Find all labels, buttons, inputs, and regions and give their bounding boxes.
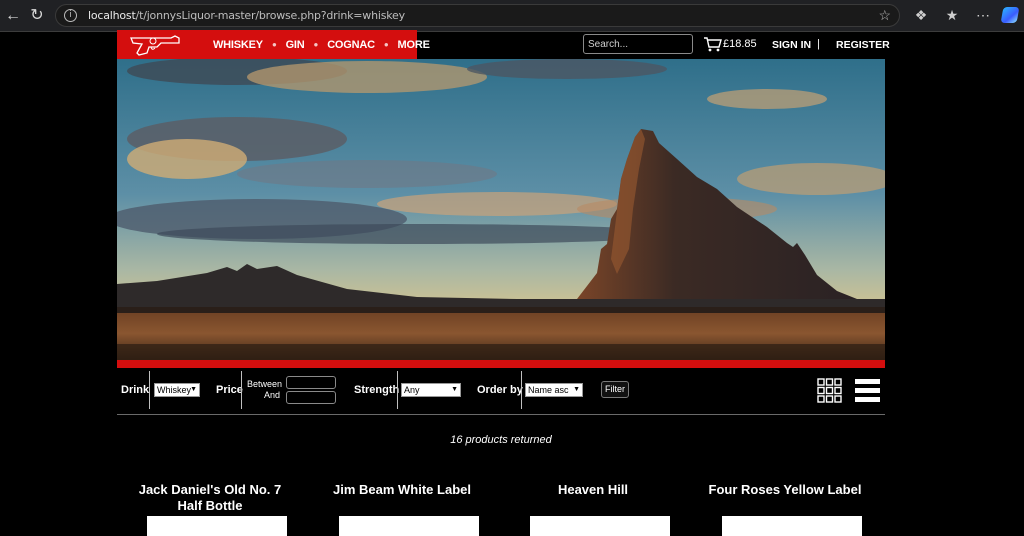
and-label: And xyxy=(264,390,281,400)
product-card[interactable]: Jim Beam White Label xyxy=(322,482,482,536)
strength-label: Strength xyxy=(354,384,400,396)
filter-bar: Drink Whiskey ▼ Price Between And Streng… xyxy=(117,368,885,415)
product-image[interactable] xyxy=(530,516,670,536)
strength-select-value: Any xyxy=(404,385,420,395)
cart-icon[interactable] xyxy=(704,37,722,52)
price-min-input[interactable] xyxy=(286,376,336,389)
signin-link[interactable]: SIGN IN xyxy=(772,39,811,51)
cart-total[interactable]: £18.85 xyxy=(723,38,757,50)
drink-label: Drink xyxy=(121,384,150,396)
product-name[interactable]: Four Roses Yellow Label xyxy=(705,482,865,498)
order-label: Order by xyxy=(477,384,523,396)
reload-icon[interactable]: ↻ xyxy=(26,5,48,27)
product-image[interactable] xyxy=(722,516,862,536)
filter-divider xyxy=(521,371,522,409)
filter-divider xyxy=(241,371,242,409)
between-label: Between xyxy=(247,379,283,389)
product-image[interactable] xyxy=(339,516,479,536)
revolver-logo-icon[interactable] xyxy=(127,30,187,59)
nav-dot: ● xyxy=(383,40,389,49)
main-menu: WHISKEY ● GIN ● COGNAC ● MORE xyxy=(213,30,430,59)
product-name[interactable]: Heaven Hill xyxy=(513,482,673,498)
register-link[interactable]: REGISTER xyxy=(836,39,890,51)
filter-divider xyxy=(397,371,398,409)
drink-select-value: Whiskey xyxy=(157,385,192,395)
favorite-star-icon[interactable]: ☆ xyxy=(878,7,891,24)
product-name[interactable]: Jim Beam White Label xyxy=(322,482,482,498)
nav-dot: ● xyxy=(271,40,277,49)
chevron-down-icon: ▼ xyxy=(573,386,580,393)
product-card[interactable]: Jack Daniel's Old No. 7 Half Bottle xyxy=(130,482,290,536)
product-name[interactable]: Jack Daniel's Old No. 7 Half Bottle xyxy=(130,482,290,514)
nav-dot: ● xyxy=(313,40,319,49)
list-view-icon[interactable] xyxy=(855,379,880,402)
nav-more[interactable]: MORE xyxy=(398,39,430,51)
extensions-icon[interactable]: ❖ xyxy=(911,5,931,25)
product-image[interactable] xyxy=(147,516,287,536)
search-input[interactable] xyxy=(583,34,693,54)
url-text[interactable]: localhost/t/jonnysLiquor-master/browse.p… xyxy=(88,9,405,22)
order-select-value: Name asc xyxy=(528,385,569,395)
back-arrow-icon[interactable]: ← xyxy=(2,5,24,27)
more-menu-icon[interactable]: ⋯ xyxy=(973,5,993,25)
price-label: Price xyxy=(216,384,243,396)
product-card[interactable]: Heaven Hill xyxy=(513,482,673,536)
favorites-icon[interactable]: ★ xyxy=(942,5,962,25)
product-card[interactable]: Four Roses Yellow Label xyxy=(705,482,865,536)
price-max-input[interactable] xyxy=(286,391,336,404)
chevron-down-icon: ▼ xyxy=(451,386,458,393)
drink-select[interactable]: Whiskey ▼ xyxy=(154,383,200,397)
nav-cognac[interactable]: COGNAC xyxy=(327,39,375,51)
header-separator: | xyxy=(817,38,820,50)
site-header: WHISKEY ● GIN ● COGNAC ● MORE £18.85 SIG… xyxy=(117,30,890,59)
grid-view-icon[interactable] xyxy=(817,378,842,403)
hero-accent-stripe xyxy=(117,360,885,368)
order-select[interactable]: Name asc ▼ xyxy=(525,383,583,397)
address-bar[interactable]: i localhost/t/jonnysLiquor-master/browse… xyxy=(55,4,900,27)
hero-banner-image xyxy=(117,59,885,360)
browser-toolbar: ← ↻ i localhost/t/jonnysLiquor-master/br… xyxy=(0,0,1024,32)
filter-button[interactable]: Filter xyxy=(601,381,629,398)
results-count: 16 products returned xyxy=(450,434,552,446)
nav-gin[interactable]: GIN xyxy=(286,39,305,51)
filter-divider xyxy=(149,371,150,409)
chevron-down-icon: ▼ xyxy=(190,386,197,393)
brand-bar: WHISKEY ● GIN ● COGNAC ● MORE xyxy=(117,30,430,59)
copilot-icon[interactable] xyxy=(1000,7,1020,23)
site-info-icon[interactable]: i xyxy=(64,9,77,22)
nav-whiskey[interactable]: WHISKEY xyxy=(213,39,263,51)
strength-select[interactable]: Any ▼ xyxy=(401,383,461,397)
